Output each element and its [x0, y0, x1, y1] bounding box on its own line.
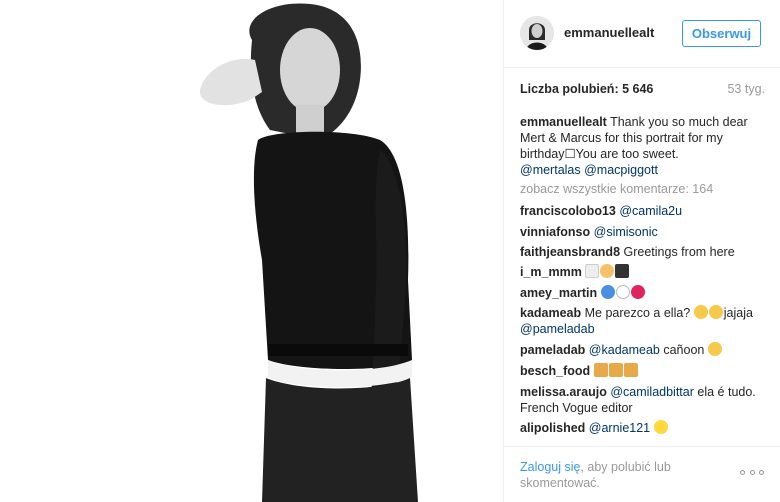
comment-username[interactable]: faithjeansbrand8	[520, 245, 620, 259]
caption: emmanuellealt Thank you so much dear Mer…	[520, 114, 765, 178]
caption-mention[interactable]: @mertalas	[520, 163, 581, 177]
comment-mention[interactable]: @camiladbittar	[610, 385, 694, 399]
post-stats: Liczba polubień: 5 646 53 tyg.	[520, 82, 765, 98]
face-emoji-icon	[600, 264, 615, 278]
user-avatar[interactable]	[520, 16, 554, 50]
comment-item: alipolished @arnie121	[520, 420, 765, 436]
dot	[749, 469, 755, 475]
comment-item: i_m_mmm	[520, 264, 765, 280]
caption-username[interactable]: emmanuellealt	[520, 115, 607, 129]
comment-username[interactable]: alipolished	[520, 421, 585, 435]
grinning-emoji-icon	[693, 305, 708, 319]
comment-username[interactable]: franciscolobo13	[520, 204, 616, 218]
praying-hands-emoji-icon	[623, 363, 638, 377]
caption-mention[interactable]: @macpiggott	[584, 163, 658, 177]
comment-username[interactable]: pameladab	[520, 343, 585, 357]
comment-item: vinniafonso @simisonic	[520, 224, 765, 240]
dot	[759, 469, 764, 475]
yellow-heart-emoji-icon	[653, 420, 668, 434]
header-username[interactable]: emmanuellealt	[564, 25, 654, 40]
post-header: emmanuellealt Obserwuj	[504, 0, 780, 68]
comment-mention[interactable]: @camila2u	[619, 204, 682, 218]
post-footer: Zaloguj się, aby polubić lub skomentować…	[504, 446, 780, 502]
view-all-comments-link[interactable]: zobacz wszystkie komentarze: 164	[520, 181, 765, 197]
comment-item: besch_food	[520, 363, 765, 379]
comment-text: Me parezco a ella?	[584, 306, 691, 320]
comment-username[interactable]: kadameab	[520, 306, 581, 320]
blue-heart-emoji-icon	[600, 285, 615, 299]
comment-mention[interactable]: @simisonic	[594, 225, 658, 239]
praying-hands-emoji-icon	[608, 363, 623, 377]
heart-emoji-icon	[630, 285, 645, 299]
comment-username[interactable]: i_m_mmm	[520, 265, 582, 279]
more-options-icon[interactable]	[740, 465, 764, 479]
unamused-emoji-icon	[707, 342, 722, 356]
comment-item: kadameab Me parezco a ella? jajaja @pame…	[520, 305, 765, 337]
comment-item: faithjeansbrand8 Greetings from here	[520, 244, 765, 260]
comment-item: franciscolobo13 @camila2u	[520, 203, 765, 219]
portrait-image	[0, 0, 503, 502]
white-heart-emoji-icon	[615, 285, 630, 299]
comment-item: melissa.araujo @camiladbittar ela é tudo…	[520, 384, 765, 416]
login-prompt: Zaloguj się, aby polubić lub skomentować…	[520, 459, 720, 491]
post-panel: emmanuellealt Obserwuj Liczba polubień: …	[503, 0, 780, 502]
comment-username[interactable]: vinniafonso	[520, 225, 590, 239]
comment-username[interactable]: amey_martin	[520, 286, 597, 300]
comments-list: emmanuellealt Thank you so much dear Mer…	[520, 114, 765, 446]
comment-username[interactable]: melissa.araujo	[520, 385, 607, 399]
comment-item: amey_martin	[520, 285, 765, 301]
praying-hands-emoji-icon	[593, 363, 608, 377]
post-time[interactable]: 53 tyg.	[727, 82, 765, 96]
comment-username[interactable]: besch_food	[520, 364, 590, 378]
comment-text: jajaja	[723, 306, 753, 320]
post-photo	[0, 0, 503, 502]
likes-count[interactable]: Liczba polubień: 5 646	[520, 82, 653, 96]
comment-text: Greetings from here	[623, 245, 735, 259]
comment-mention[interactable]: @kadameab	[589, 343, 660, 357]
comment-text: cañoon	[663, 343, 705, 357]
envelope-emoji-icon	[585, 264, 600, 278]
follow-button[interactable]: Obserwuj	[682, 20, 761, 47]
comment-mention[interactable]: @pameladab	[520, 322, 595, 336]
comment-item: pameladab @kadameab cañoon	[520, 342, 765, 358]
dot	[740, 469, 745, 475]
grinning-emoji-icon	[708, 305, 723, 319]
camera-emoji-icon	[615, 264, 630, 278]
comment-mention[interactable]: @arnie121	[589, 421, 650, 435]
login-link[interactable]: Zaloguj się	[520, 460, 580, 474]
